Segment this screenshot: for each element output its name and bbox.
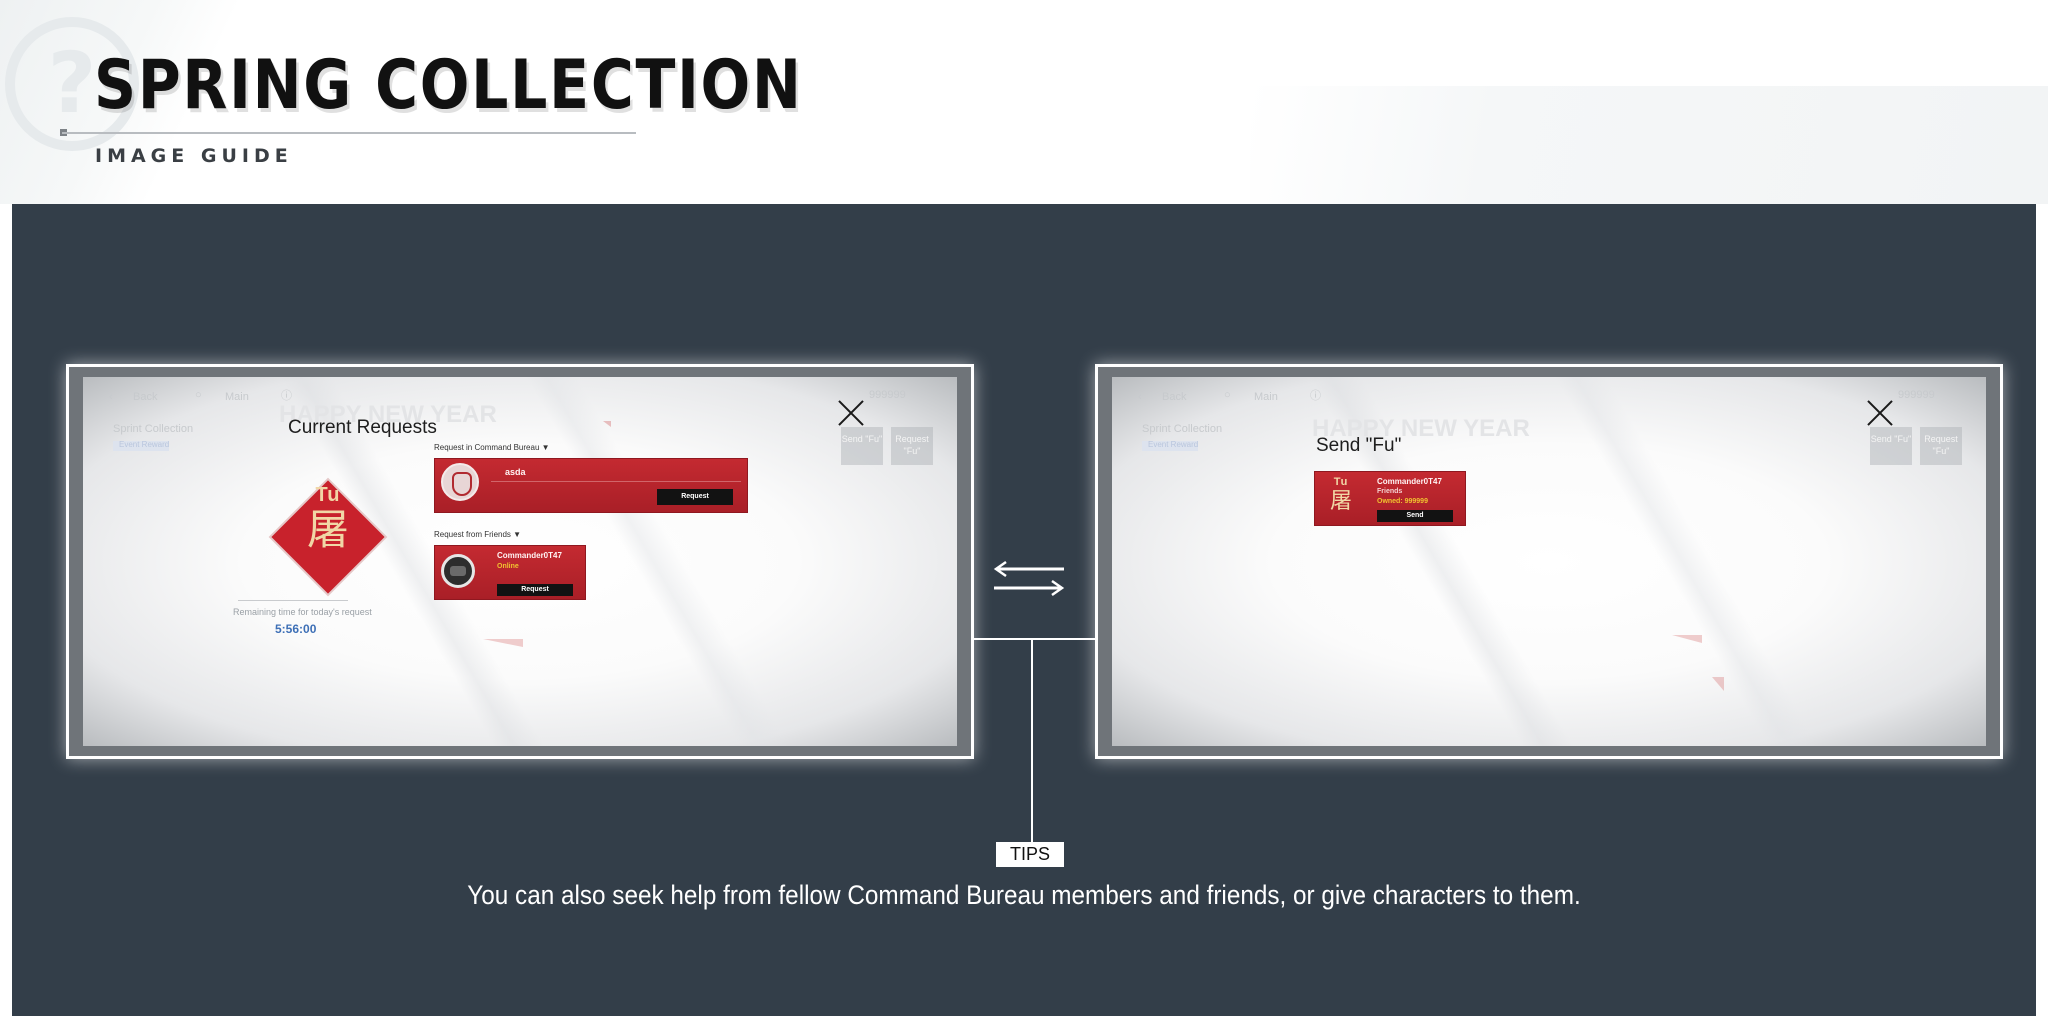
remaining-time: 5:56:00 <box>275 622 317 636</box>
shard-decoration <box>1712 677 1724 691</box>
fu-card: Tu 屠 <box>258 484 398 584</box>
mini-fu-latin: Tu <box>1333 476 1349 488</box>
friend-request-button[interactable]: Request <box>497 584 573 596</box>
event-reward-button[interactable]: Event Reward <box>1142 440 1199 451</box>
shard-decoration <box>1672 635 1702 643</box>
shard-decoration <box>603 421 611 427</box>
sidebar-title: Sprint Collection <box>1142 423 1223 435</box>
friends-section-label: Request from Friends ▼ <box>434 530 521 539</box>
send-button[interactable]: Send <box>1377 510 1453 522</box>
friend-avatar <box>441 554 475 588</box>
nav-back[interactable]: Back <box>133 391 157 403</box>
dropdown-triangle-icon[interactable]: ▼ <box>513 530 521 539</box>
mini-fu-character: 屠 <box>1329 489 1352 514</box>
recipient-name: Commander0T47 <box>1377 477 1442 486</box>
close-icon[interactable] <box>837 399 865 427</box>
close-icon[interactable] <box>1866 399 1894 427</box>
page-subtitle: IMAGE GUIDE <box>95 145 293 167</box>
currency-count: 999999 <box>1898 389 1935 401</box>
owned-count: Owned: 999999 <box>1377 498 1428 505</box>
game-screen: ‹ Back ○ Main ⓘ 999999 Sprint Collection… <box>1112 377 1986 746</box>
friend-name: Commander0T47 <box>497 551 562 560</box>
swap-arrows-icon <box>993 560 1065 597</box>
back-chevron-icon[interactable]: ‹ <box>109 391 113 403</box>
screenshot-current-requests: ‹ Back ○ Main ⓘ 999999 Sprint Collection… <box>66 364 974 759</box>
request-fu-corner-button[interactable]: Request "Fu" <box>891 427 933 465</box>
tips-text: You can also seek help from fellow Comma… <box>467 880 1581 910</box>
friend-status: Online <box>497 563 519 570</box>
home-icon[interactable]: ○ <box>195 389 202 401</box>
screenshot-send-fu: ‹ Back ○ Main ⓘ 999999 Sprint Collection… <box>1095 364 2003 759</box>
home-icon[interactable]: ○ <box>1224 389 1231 401</box>
nav-main[interactable]: Main <box>1254 391 1278 403</box>
fu-card-latin: Tu <box>315 484 341 506</box>
remaining-time-label: Remaining time for today's request <box>233 607 372 617</box>
friend-request-card: Commander0T47 Online Request <box>434 545 586 600</box>
bureau-request-button[interactable]: Request <box>657 489 733 505</box>
nav-back[interactable]: Back <box>1162 391 1186 403</box>
tips-label: TIPS <box>996 842 1064 867</box>
back-chevron-icon[interactable]: ‹ <box>1138 391 1142 403</box>
nav-main[interactable]: Main <box>225 391 249 403</box>
friends-section-text: Request from Friends <box>434 530 511 539</box>
bureau-section-text: Request in Command Bureau <box>434 443 540 452</box>
currency-count: 999999 <box>869 389 906 401</box>
send-fu-card: Tu 屠 Commander0T47 Friends Owned: 999999… <box>1314 471 1466 526</box>
card-divider <box>491 481 741 482</box>
bureau-section-label: Request in Command Bureau ▼ <box>434 443 550 452</box>
event-reward-label: Event Reward <box>119 440 170 449</box>
event-reward-button[interactable]: Event Reward <box>113 440 170 451</box>
page-title: SPRING COLLECTION <box>94 46 803 125</box>
request-fu-corner-button[interactable]: Request "Fu" <box>1920 427 1962 465</box>
svg-text:?: ? <box>48 34 97 132</box>
bureau-emblem-icon <box>441 463 479 501</box>
shard-decoration <box>483 639 523 647</box>
title-underline <box>62 132 636 134</box>
recipient-relation: Friends <box>1377 488 1403 495</box>
dialog-title: Current Requests <box>288 417 437 438</box>
header-decoration-right <box>1250 86 2048 204</box>
send-fu-corner-button[interactable]: Send "Fu" <box>841 427 883 465</box>
connector-horizontal <box>974 638 1095 640</box>
guide-header: ? SPRING COLLECTION IMAGE GUIDE <box>0 0 2048 204</box>
bureau-request-card: asda Request <box>434 458 748 513</box>
mini-fu-icon: Tu 屠 <box>1323 476 1359 520</box>
event-reward-label: Event Reward <box>1148 440 1199 449</box>
dropdown-triangle-icon[interactable]: ▼ <box>542 443 550 452</box>
info-icon[interactable]: ⓘ <box>1310 387 1321 403</box>
dialog-title: Send "Fu" <box>1316 435 1402 456</box>
sidebar-title: Sprint Collection <box>113 423 194 435</box>
connector-vertical <box>1031 640 1033 842</box>
fu-divider <box>238 600 348 601</box>
game-screen: ‹ Back ○ Main ⓘ 999999 Sprint Collection… <box>83 377 957 746</box>
bureau-member-name: asda <box>505 467 526 477</box>
fu-card-character: 屠 <box>306 505 349 554</box>
send-fu-corner-button[interactable]: Send "Fu" <box>1870 427 1912 465</box>
